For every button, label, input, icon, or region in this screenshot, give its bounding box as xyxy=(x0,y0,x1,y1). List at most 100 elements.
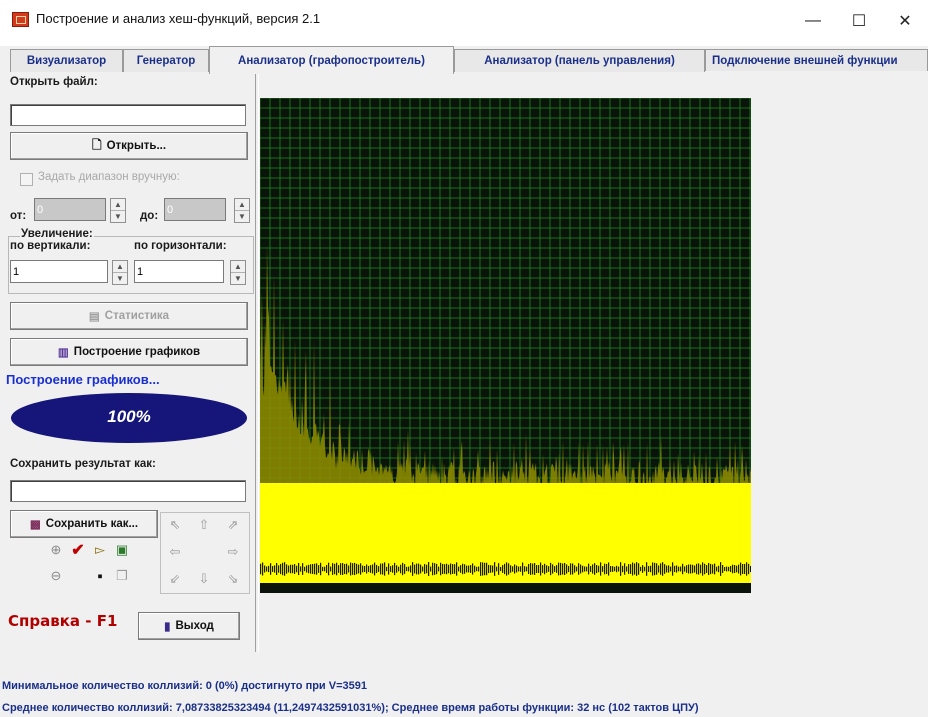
series-baseline-tick xyxy=(332,563,334,575)
series-baseline-tick xyxy=(418,563,420,575)
series-baseline-tick xyxy=(392,565,394,573)
save-result-input[interactable] xyxy=(10,480,246,502)
series-baseline-tick xyxy=(364,565,366,573)
series-baseline-tick xyxy=(296,565,298,573)
tab-external-function[interactable]: Подключение внешней функции xyxy=(705,49,928,71)
zoom-in-icon[interactable]: ⊕ xyxy=(46,540,66,560)
to-input[interactable]: 0 xyxy=(164,198,226,221)
arrow-left-icon[interactable]: ⇦ xyxy=(165,542,185,562)
tab-generator[interactable]: Генератор xyxy=(123,49,209,72)
maximize-button[interactable]: ☐ xyxy=(836,2,882,40)
arrow-ne-icon[interactable]: ⇗ xyxy=(223,515,243,535)
arrow-nw-icon[interactable]: ⇖ xyxy=(165,515,185,535)
series-baseline-tick xyxy=(518,566,520,572)
arrow-up-icon[interactable]: ⇧ xyxy=(194,515,214,535)
series-baseline-tick xyxy=(502,565,504,573)
series-baseline-tick xyxy=(288,565,290,573)
series-baseline-tick xyxy=(352,563,354,575)
vertical-zoom-spinner[interactable]: ▲ ▼ xyxy=(112,260,128,285)
series-baseline-tick xyxy=(530,563,532,575)
series-baseline-tick xyxy=(742,563,744,575)
series-baseline-tick xyxy=(480,562,482,576)
series-baseline-tick xyxy=(604,563,606,575)
series-baseline-tick xyxy=(670,566,672,572)
series-baseline-tick xyxy=(436,563,438,575)
series-baseline-tick xyxy=(270,563,272,575)
collision-graph xyxy=(260,98,751,593)
from-input[interactable]: 0 xyxy=(34,198,106,221)
series-baseline-tick xyxy=(664,564,666,574)
series-baseline-tick xyxy=(358,564,360,574)
to-spinner[interactable]: ▲ ▼ xyxy=(234,198,250,223)
series-baseline-tick xyxy=(316,563,318,575)
image-icon[interactable]: ▣ xyxy=(112,540,132,560)
series-baseline-tick xyxy=(598,565,600,573)
vertical-zoom-input[interactable]: 1 xyxy=(10,260,108,283)
series-baseline-tick xyxy=(532,563,534,575)
horizontal-zoom-input[interactable]: 1 xyxy=(134,260,224,283)
from-spinner[interactable]: ▲ ▼ xyxy=(110,198,126,223)
series-baseline-tick xyxy=(746,562,748,576)
tab-analyzer-control-panel[interactable]: Анализатор (панель управления) xyxy=(454,49,705,72)
copy-icon[interactable]: ❐ xyxy=(112,566,132,586)
check-icon[interactable]: ✔ xyxy=(68,540,88,560)
arrow-sw-icon[interactable]: ⇙ xyxy=(165,569,185,589)
build-charts-button-label: Построение графиков xyxy=(73,346,201,358)
series-baseline-tick xyxy=(634,563,636,575)
series-baseline-tick xyxy=(702,562,704,576)
series-baseline-tick xyxy=(602,566,604,572)
series-baseline-tick xyxy=(262,562,264,576)
build-charts-button[interactable]: ▥ Построение графиков xyxy=(10,338,248,366)
series-baseline-tick xyxy=(658,565,660,573)
series-baseline-tick xyxy=(310,564,312,574)
series-baseline-tick xyxy=(390,566,392,572)
horizontal-zoom-spinner[interactable]: ▲ ▼ xyxy=(230,260,246,285)
save-icon[interactable]: ▪ xyxy=(90,566,110,586)
series-baseline-tick xyxy=(556,565,558,573)
statistics-button[interactable]: ▤ Статистика xyxy=(10,302,248,330)
series-baseline-tick xyxy=(656,563,658,575)
series-baseline-tick xyxy=(592,564,594,574)
series-baseline-tick xyxy=(340,563,342,575)
series-baseline-tick xyxy=(484,562,486,576)
series-baseline-tick xyxy=(280,563,282,575)
series-baseline-tick xyxy=(694,565,696,573)
window-title: Построение и анализ хеш-функций, версия … xyxy=(36,11,321,26)
open-file-input[interactable] xyxy=(10,104,246,126)
series-baseline-tick xyxy=(452,564,454,574)
series-baseline-tick xyxy=(730,565,732,573)
arrow-box-icon[interactable]: ▻ xyxy=(90,540,110,560)
save-as-button[interactable]: ▩ Сохранить как... xyxy=(10,510,158,538)
series-baseline-tick xyxy=(676,565,678,573)
series-baseline-tick xyxy=(622,565,624,573)
series-baseline-tick xyxy=(458,566,460,572)
tab-visualizer[interactable]: Визуализатор xyxy=(10,49,123,72)
analyzer-panel: Открыть файл: 🗋 Открыть... Задать диапаз… xyxy=(0,74,928,717)
chart-icon: ▥ xyxy=(57,347,69,359)
series-baseline-tick xyxy=(342,563,344,575)
series-baseline-tick xyxy=(298,562,300,576)
series-baseline-tick xyxy=(434,563,436,575)
series-baseline-tick xyxy=(446,563,448,575)
tab-analyzer-plotter[interactable]: Анализатор (графопостроитель) xyxy=(209,46,454,74)
series-baseline-tick xyxy=(584,566,586,572)
series-baseline-tick xyxy=(680,566,682,572)
arrow-se-icon[interactable]: ⇘ xyxy=(223,569,243,589)
series-baseline-tick xyxy=(562,563,564,575)
horizontal-zoom-label: по горизонтали: xyxy=(134,240,227,252)
series-baseline-tick xyxy=(704,563,706,575)
zoom-out-icon[interactable]: ⊖ xyxy=(46,566,66,586)
arrow-down-icon[interactable]: ⇩ xyxy=(194,569,214,589)
series-baseline-tick xyxy=(490,565,492,573)
manual-range-checkbox[interactable] xyxy=(20,173,33,186)
open-button[interactable]: 🗋 Открыть... xyxy=(10,132,248,160)
series-baseline-tick xyxy=(576,566,578,572)
minimize-button[interactable]: — xyxy=(790,2,836,40)
series-baseline-tick xyxy=(388,563,390,575)
series-baseline-tick xyxy=(646,562,648,576)
series-baseline-tick xyxy=(426,564,428,574)
close-button[interactable]: ✕ xyxy=(882,2,928,40)
arrow-right-icon[interactable]: ⇨ xyxy=(223,542,243,562)
exit-button[interactable]: ▮ Выход xyxy=(138,612,240,640)
series-baseline-tick xyxy=(706,565,708,573)
